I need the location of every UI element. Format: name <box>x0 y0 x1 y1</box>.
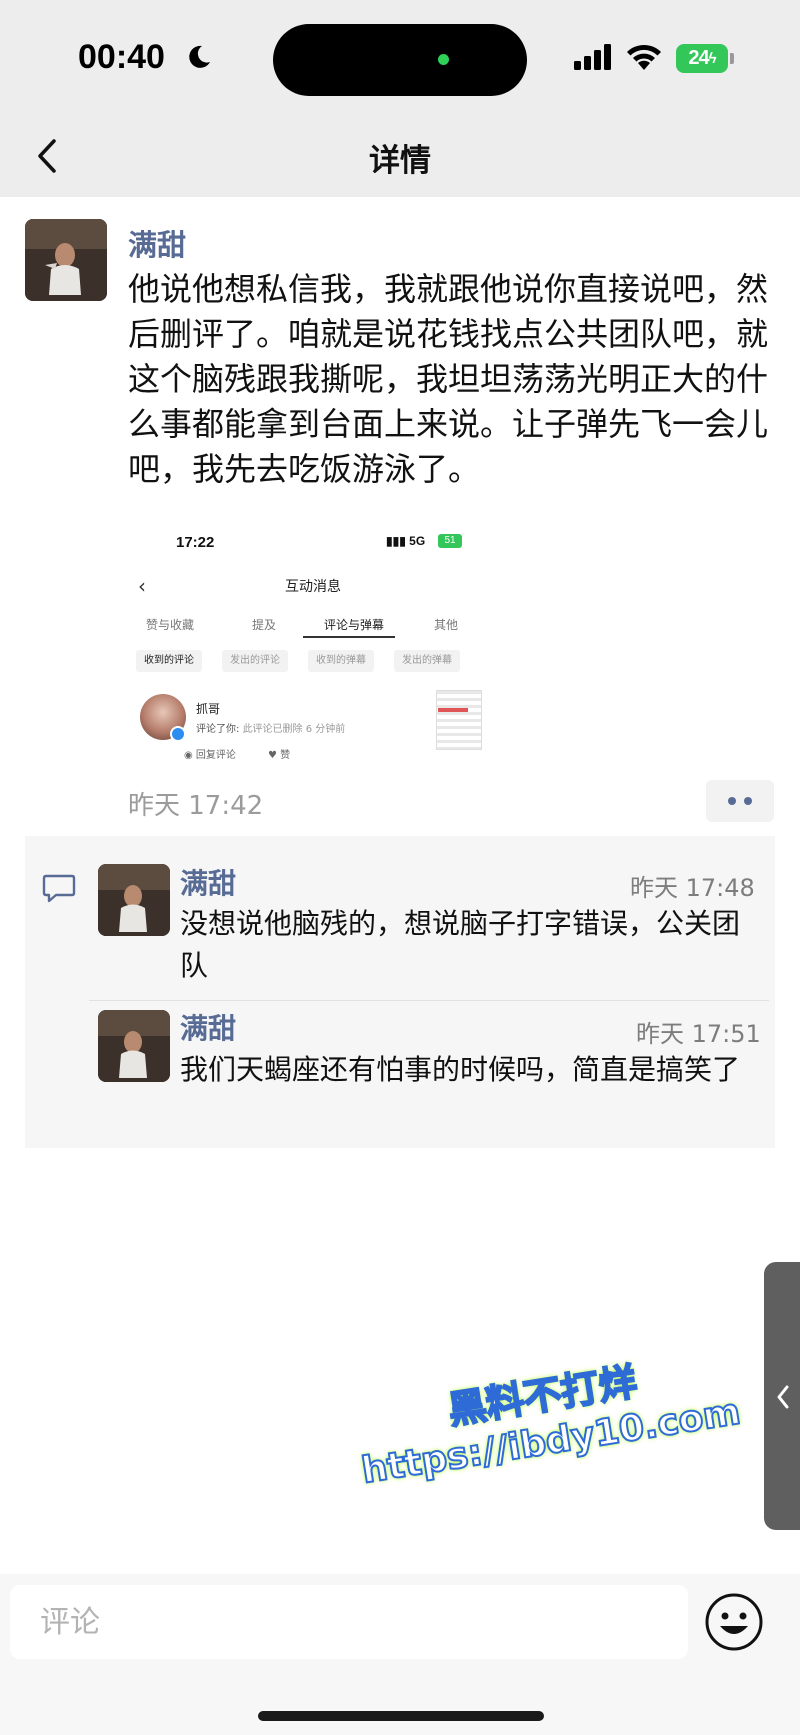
battery-icon: 24 ϟ <box>676 44 728 73</box>
ss-network: ▮▮▮ 5G <box>386 534 426 548</box>
ss-status-time: 17:22 <box>176 534 215 551</box>
ss-like-action: ♥ 赞 <box>268 750 291 761</box>
comment-author[interactable]: 满甜 <box>180 862 236 902</box>
ss-user-name: 抓哥 <box>196 702 221 716</box>
more-dots-icon[interactable] <box>706 780 774 822</box>
nav-bar: 详情 <box>0 115 800 197</box>
camera-indicator <box>438 54 449 65</box>
ss-tab-active: 评论与弹幕 <box>324 618 385 632</box>
signal-icon <box>574 44 611 70</box>
avatar-image <box>25 219 107 301</box>
post-time: 昨天 17:42 <box>128 791 264 821</box>
emoji-icon[interactable] <box>704 1592 764 1652</box>
comment-icon <box>42 874 76 903</box>
avatar[interactable] <box>25 219 107 301</box>
page-title: 详情 <box>369 143 431 179</box>
comment-text: 没想说他脑残的，想说脑子打字错误，公关团队 <box>180 907 741 982</box>
ss-tab: 其他 <box>434 618 459 632</box>
moon-icon <box>189 45 210 68</box>
avatar-image <box>98 864 170 936</box>
home-indicator <box>258 1711 544 1721</box>
attached-image[interactable]: 17:22 ▮▮▮ 5G 51 ‹ 互动消息 赞与收藏 提及 评论与弹幕 其他 … <box>128 512 498 762</box>
chevron-left-icon <box>777 1385 789 1409</box>
ss-reply-action: ◉ 回复评论 <box>184 750 236 761</box>
dot <box>728 797 736 805</box>
ss-chip: 收到的评论 <box>136 650 202 672</box>
post-text: 他说他想私信我，我就跟他说你直接说吧，然后删评了。咱就是说花钱找点公共团队吧，就… <box>128 270 769 488</box>
comment-input[interactable] <box>10 1585 688 1659</box>
wifi-icon <box>627 44 661 70</box>
avatar-image <box>98 1010 170 1082</box>
dot <box>744 797 752 805</box>
comment-author[interactable]: 满甜 <box>180 1007 236 1047</box>
watermark: 黑料不打烊 https://ibdy10.com <box>350 1335 744 1492</box>
dynamic-island <box>273 24 527 96</box>
status-time: 00:40 <box>78 38 165 76</box>
battery-cap <box>730 53 734 64</box>
ss-comment-line: 评论了你: 此评论已删除 6 分钟前 <box>196 724 346 735</box>
avatar[interactable] <box>98 864 170 936</box>
ss-chip: 收到的弹幕 <box>308 650 374 672</box>
ss-tab: 提及 <box>252 618 277 632</box>
post-author[interactable]: 满甜 <box>128 222 186 264</box>
avatar[interactable] <box>98 1010 170 1082</box>
ss-chip: 发出的评论 <box>222 650 288 672</box>
ss-tab-underline <box>303 636 395 638</box>
ss-battery: 51 <box>438 534 462 548</box>
ss-verified-badge <box>170 726 186 742</box>
comment-text: 我们天蝎座还有怕事的时候吗，简直是搞笑了 <box>180 1053 741 1086</box>
comment-divider <box>89 1000 769 1001</box>
ss-tab: 赞与收藏 <box>146 618 195 632</box>
comment-time: 昨天 17:51 <box>636 1020 761 1048</box>
comment-time: 昨天 17:48 <box>630 874 755 902</box>
ss-title: 互动消息 <box>285 579 341 595</box>
ss-thumbnail-accent <box>438 708 468 712</box>
ss-thumbnail <box>436 690 482 750</box>
ss-chip: 发出的弹幕 <box>394 650 460 672</box>
